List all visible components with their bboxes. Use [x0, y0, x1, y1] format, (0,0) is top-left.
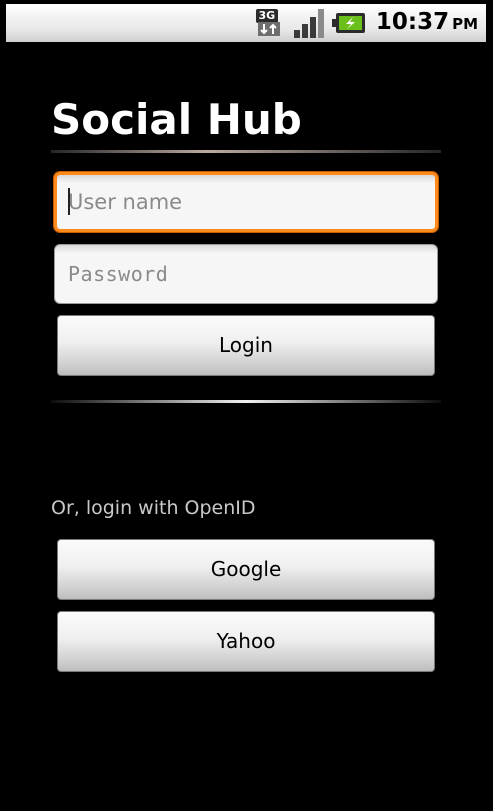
username-input[interactable] [54, 172, 438, 232]
app-title: Social Hub [51, 95, 302, 144]
login-button[interactable]: Login [57, 315, 435, 376]
status-bar: 3G 10:37 PM [6, 4, 486, 42]
status-icons: 3G 10:37 PM [255, 3, 478, 43]
text-cursor [68, 188, 70, 215]
clock-ampm: PM [452, 15, 478, 33]
network-type-label: 3G [255, 9, 278, 23]
title-divider [51, 150, 441, 153]
battery-charging-icon [331, 13, 365, 33]
signal-strength-icon [293, 9, 324, 38]
google-login-button[interactable]: Google [57, 539, 435, 600]
yahoo-login-button[interactable]: Yahoo [57, 611, 435, 672]
password-input[interactable] [54, 244, 438, 304]
network-3g-icon: 3G [255, 8, 286, 38]
openid-label: Or, login with OpenID [51, 497, 256, 519]
section-divider [51, 400, 441, 403]
clock-time: 10:37 [375, 9, 450, 35]
clock: 10:37 PM [376, 3, 478, 43]
